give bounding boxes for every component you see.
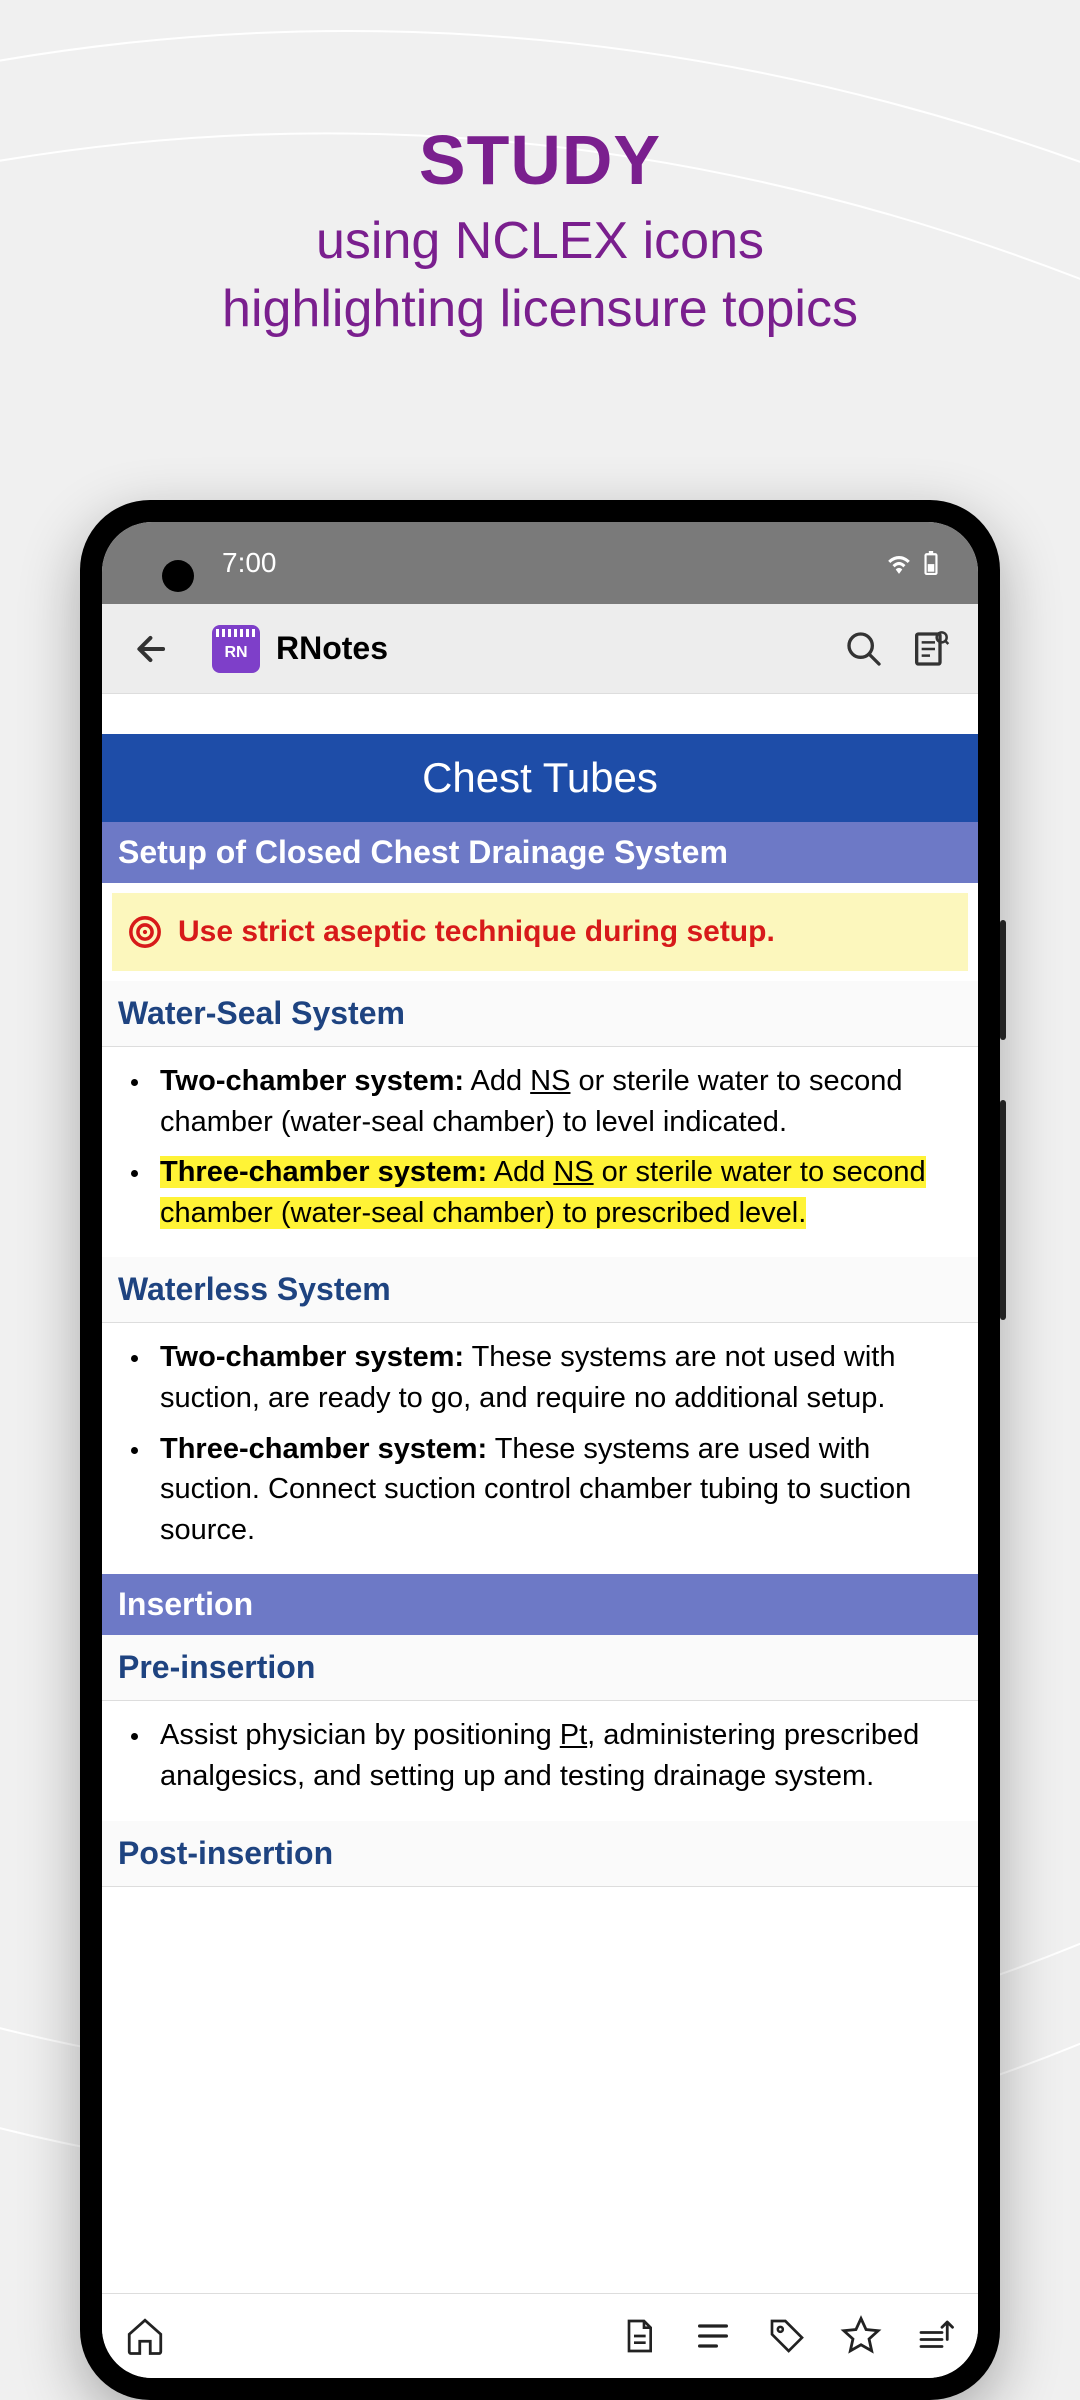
app-title: RNotes bbox=[276, 630, 826, 667]
phone-frame: 7:00 RN RNotes Chest Tubes Setup of C bbox=[80, 500, 1000, 2400]
star-button[interactable] bbox=[838, 2313, 884, 2359]
app-bar: RN RNotes bbox=[102, 604, 978, 694]
sub-heading: Pre-insertion bbox=[102, 1635, 978, 1701]
app-icon: RN bbox=[212, 625, 260, 673]
section-heading: Setup of Closed Chest Drainage System bbox=[102, 822, 978, 883]
tag-button[interactable] bbox=[764, 2313, 810, 2359]
alert-text: Use strict aseptic technique during setu… bbox=[178, 915, 775, 949]
promo-title: STUDY bbox=[0, 120, 1080, 200]
sub-heading: Post-insertion bbox=[102, 1821, 978, 1887]
bullet-list: Two-chamber system: Add NS or sterile wa… bbox=[102, 1047, 978, 1257]
bullet-list: Two-chamber system: These systems are no… bbox=[102, 1323, 978, 1574]
target-icon bbox=[128, 915, 162, 949]
status-time: 7:00 bbox=[222, 547, 277, 579]
list-item: Three-chamber system: These systems are … bbox=[152, 1429, 954, 1551]
list-item: Assist physician by positioning Pt, admi… bbox=[152, 1715, 954, 1796]
notes-button[interactable] bbox=[902, 621, 958, 677]
home-button[interactable] bbox=[122, 2313, 168, 2359]
document-button[interactable] bbox=[616, 2313, 662, 2359]
search-button[interactable] bbox=[836, 621, 892, 677]
phone-side-button bbox=[1000, 1100, 1006, 1320]
camera-cutout bbox=[162, 560, 194, 592]
share-button[interactable] bbox=[912, 2313, 958, 2359]
list-button[interactable] bbox=[690, 2313, 736, 2359]
wifi-icon bbox=[886, 552, 912, 574]
promo-text: STUDY using NCLEX icons highlighting lic… bbox=[0, 0, 1080, 343]
list-item: Two-chamber system: These systems are no… bbox=[152, 1337, 954, 1418]
list-item: Two-chamber system: Add NS or sterile wa… bbox=[152, 1061, 954, 1142]
promo-subtitle: using NCLEX icons highlighting licensure… bbox=[0, 208, 1080, 343]
alert-callout: Use strict aseptic technique during setu… bbox=[112, 893, 968, 971]
sub-heading: Water-Seal System bbox=[102, 981, 978, 1047]
phone-side-button bbox=[1000, 920, 1006, 1040]
status-bar: 7:00 bbox=[102, 522, 978, 604]
bullet-list: Assist physician by positioning Pt, admi… bbox=[102, 1701, 978, 1820]
status-icons bbox=[886, 551, 938, 575]
sub-heading: Waterless System bbox=[102, 1257, 978, 1323]
back-button[interactable] bbox=[122, 619, 182, 679]
section-heading: Insertion bbox=[102, 1574, 978, 1635]
page-title: Chest Tubes bbox=[102, 734, 978, 822]
list-item: Three-chamber system: Add NS or sterile … bbox=[152, 1152, 954, 1233]
content-scroll[interactable]: Chest Tubes Setup of Closed Chest Draina… bbox=[102, 694, 978, 2293]
phone-screen: 7:00 RN RNotes Chest Tubes Setup of C bbox=[102, 522, 978, 2378]
bottom-nav bbox=[102, 2293, 978, 2378]
battery-icon bbox=[924, 551, 938, 575]
